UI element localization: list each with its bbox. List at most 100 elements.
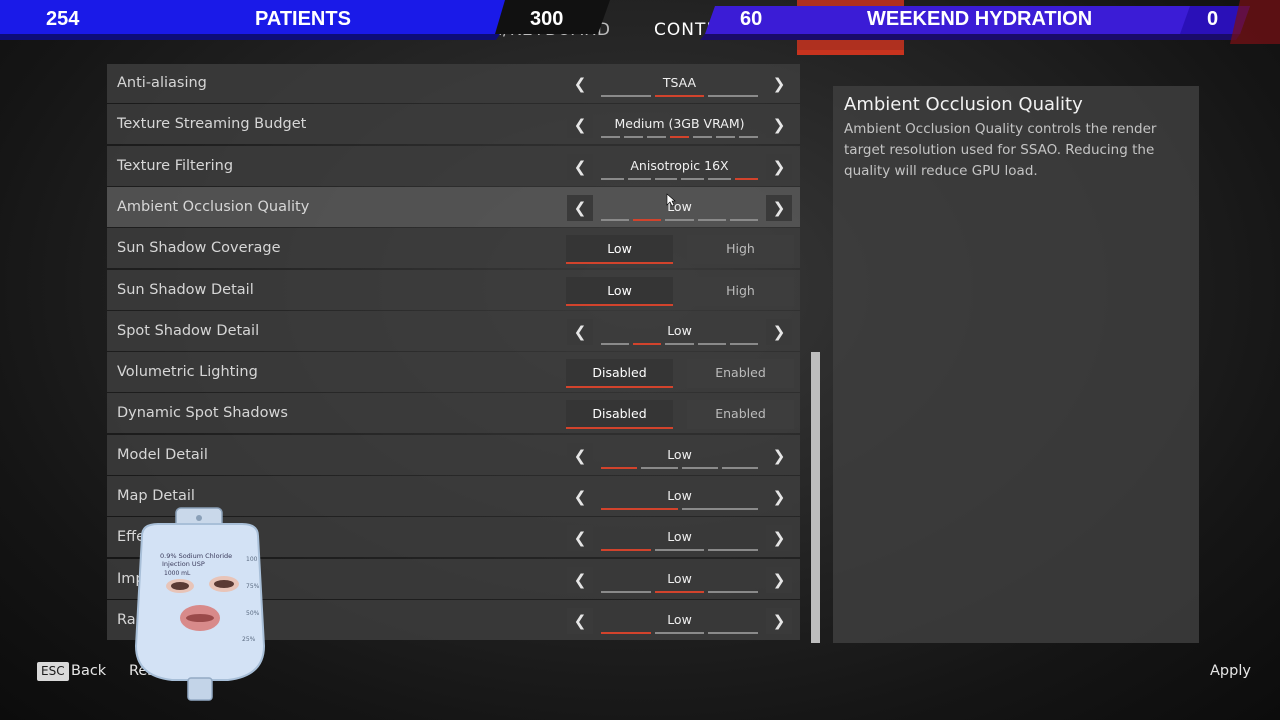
iv-bag-label-2: Injection USP	[162, 560, 205, 568]
left-arrow-icon[interactable]: ❮	[567, 112, 593, 139]
level-pip	[670, 136, 689, 139]
setting-row[interactable]: Model Detail ❮ Low ❯	[107, 434, 800, 475]
iv-bag-port	[187, 677, 213, 701]
setting-row[interactable]: Spot Shadow Detail ❮ Low ❯	[107, 310, 800, 351]
left-arrow-icon[interactable]: ❮	[567, 607, 593, 634]
description-title: Ambient Occlusion Quality	[844, 94, 1083, 115]
setting-row[interactable]: Anti-aliasing ❮ TSAA ❯	[107, 64, 800, 103]
iv-bag-mark-100: 100	[246, 556, 258, 563]
tab-controller[interactable]: CONTROLLER	[654, 20, 779, 42]
setting-level-indicator	[601, 177, 758, 181]
level-pip	[665, 218, 694, 221]
setting-level-indicator	[601, 508, 758, 511]
level-pip	[601, 95, 651, 97]
level-pip	[708, 631, 759, 634]
left-arrow-icon[interactable]: ❮	[567, 484, 593, 510]
setting-level-indicator	[601, 218, 759, 222]
tab-video[interactable]: VIDEO	[822, 20, 881, 42]
iv-bag-mouth-line	[186, 614, 214, 622]
iv-bag-label-3: 1000 mL	[164, 570, 191, 577]
right-arrow-icon[interactable]: ❯	[766, 442, 792, 469]
toggle-option-second[interactable]: Enabled	[687, 359, 794, 389]
setting-row[interactable]: Sun Shadow Coverage Low High	[107, 228, 800, 269]
setting-level-indicator	[601, 466, 758, 470]
back-button[interactable]: Back	[71, 663, 106, 679]
tab-mouse-keyboard[interactable]: MOUSE/KEYBOARD	[436, 20, 611, 42]
setting-row[interactable]: Dynamic Spot Shadows Disabled Enabled	[107, 393, 800, 434]
level-pip	[681, 177, 705, 180]
level-pip	[601, 508, 678, 510]
level-pip	[697, 218, 726, 221]
iv-bag-right-pupil	[214, 580, 234, 588]
iv-bag-hanger-hole	[196, 515, 202, 521]
level-pip	[654, 549, 705, 552]
toggle-option-second[interactable]: High	[687, 235, 794, 265]
setting-label: Spot Shadow Detail	[117, 322, 260, 339]
setting-label: Texture Streaming Budget	[117, 116, 307, 133]
left-arrow-icon[interactable]: ❮	[567, 71, 593, 97]
left-arrow-icon[interactable]: ❮	[567, 194, 593, 221]
iv-bag-body	[134, 523, 266, 681]
iv-bag-mark-50: 50%	[246, 610, 260, 617]
right-arrow-icon[interactable]: ❯	[766, 318, 792, 345]
tab-bar: GAMEPLAY GAMEPLAY MOUSE/KEYBOARD CONTROL…	[0, 0, 1280, 56]
iv-bag-label-1: 0.9% Sodium Chloride	[160, 552, 232, 560]
right-arrow-icon[interactable]: ❯	[766, 525, 792, 552]
scrollbar-thumb[interactable]	[811, 352, 820, 643]
tab-gameplay-2[interactable]: GAMEPLAY	[290, 20, 389, 42]
setting-level-indicator	[601, 342, 759, 346]
level-pip	[601, 177, 624, 180]
setting-row[interactable]: Ambient Occlusion Quality ❮ Low ❯	[107, 186, 800, 227]
level-pip	[729, 218, 759, 221]
iv-bag-left-pupil	[171, 582, 189, 590]
level-pip	[739, 136, 758, 139]
level-pip	[654, 177, 678, 180]
setting-label: Dynamic Spot Shadows	[117, 405, 288, 422]
setting-row[interactable]: Texture Filtering ❮ Anisotropic 16X ❯	[107, 145, 800, 186]
toggle-option-second[interactable]: High	[687, 276, 794, 306]
toggle-option-first[interactable]: Low	[566, 235, 673, 265]
level-pip	[654, 590, 705, 593]
setting-row[interactable]: Texture Streaming Budget ❮ Medium (3GB VRA…	[107, 104, 800, 145]
setting-row[interactable]: Sun Shadow Detail Low High	[107, 269, 800, 310]
left-arrow-icon[interactable]: ❮	[567, 525, 593, 552]
setting-label: Ambient Occlusion Quality	[117, 198, 310, 215]
tab-gameplay[interactable]: GAMEPLAY	[35, 20, 134, 42]
left-arrow-icon[interactable]: ❮	[567, 442, 593, 469]
iv-bag-mark-25: 25%	[242, 636, 256, 643]
level-pip	[601, 136, 620, 139]
setting-label: Sun Shadow Coverage	[117, 240, 281, 257]
toggle-option-first[interactable]: Low	[566, 276, 673, 306]
right-arrow-icon[interactable]: ❯	[766, 484, 792, 510]
level-pip	[627, 177, 651, 180]
toggle-option-first[interactable]: Disabled	[566, 359, 673, 389]
left-arrow-icon[interactable]: ❮	[567, 318, 593, 345]
tab-audio[interactable]: AUDIO	[929, 20, 990, 42]
left-arrow-icon[interactable]: ❮	[567, 566, 593, 593]
setting-label: Volumetric Lighting	[117, 364, 258, 381]
level-pip	[624, 136, 643, 139]
level-pip	[681, 466, 718, 469]
right-arrow-icon[interactable]: ❯	[766, 153, 792, 180]
level-pip	[633, 342, 662, 345]
setting-row[interactable]: Volumetric Lighting Disabled Enabled	[107, 352, 800, 393]
right-arrow-icon[interactable]: ❯	[766, 71, 792, 97]
setting-level-indicator	[601, 136, 758, 139]
right-arrow-icon[interactable]: ❯	[766, 607, 792, 634]
setting-label: Anti-aliasing	[117, 75, 207, 91]
level-pip	[708, 590, 759, 593]
left-arrow-icon[interactable]: ❮	[567, 153, 593, 180]
setting-label: Texture Filtering	[117, 157, 234, 174]
right-arrow-icon[interactable]: ❯	[766, 566, 792, 593]
right-arrow-icon[interactable]: ❯	[766, 112, 792, 139]
level-pip	[647, 136, 666, 139]
setting-level-indicator	[601, 549, 759, 552]
toggle-option-second[interactable]: Enabled	[687, 400, 794, 430]
toggle-option-first[interactable]: Disabled	[566, 400, 673, 430]
setting-label: Sun Shadow Detail	[117, 281, 254, 298]
right-arrow-icon[interactable]: ❯	[766, 194, 792, 221]
level-pip	[601, 549, 651, 552]
apply-button[interactable]: Apply	[1210, 663, 1251, 679]
tab-video-underline	[797, 50, 904, 55]
level-pip	[735, 177, 758, 180]
